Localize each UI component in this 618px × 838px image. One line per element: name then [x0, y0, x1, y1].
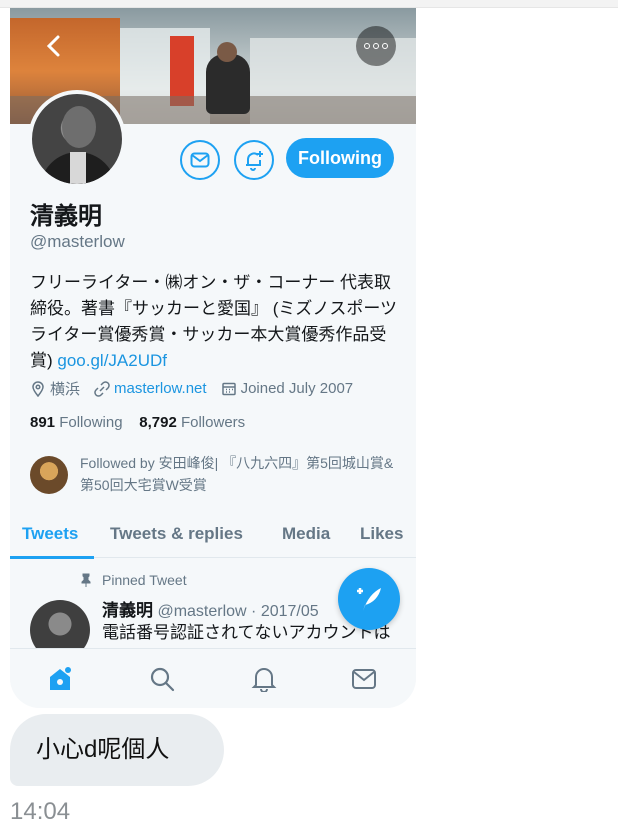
location-pin-icon	[32, 380, 44, 397]
envelope-icon	[190, 152, 210, 168]
compose-feather-icon	[357, 588, 381, 611]
tweet-avatar[interactable]	[30, 600, 90, 650]
followers-stat[interactable]: 8,792 Followers	[139, 414, 245, 431]
messages-icon[interactable]	[348, 663, 380, 695]
followed-by[interactable]: Followed by 安田峰俊| 『八九六四』第5回城山賞&第50回大宅賞W受…	[30, 452, 400, 502]
calendar-icon	[221, 382, 236, 395]
tweet-meta: @masterlow · 2017/05	[157, 603, 319, 620]
chat-message-bubble[interactable]: 小心d呢個人	[10, 714, 224, 786]
tab-tweets-replies[interactable]: Tweets & replies	[110, 524, 243, 544]
search-icon[interactable]	[146, 663, 178, 695]
message-button[interactable]	[180, 140, 220, 180]
compose-tweet-button[interactable]	[338, 568, 400, 630]
follower-avatar	[30, 456, 68, 494]
notify-button[interactable]	[234, 140, 274, 180]
website-link[interactable]: masterlow.net	[114, 380, 207, 397]
profile-name: 清義明	[30, 203, 102, 230]
tab-likes[interactable]: Likes	[360, 524, 403, 544]
notifications-icon[interactable]	[248, 663, 280, 695]
tweet-author: 清義明	[102, 601, 153, 620]
bottom-navigation	[10, 648, 416, 708]
profile-bio: フリーライター・㈱オン・ザ・コーナー 代表取締役。著書『サッカーと愛国』 (ミズ…	[30, 270, 400, 374]
bell-plus-icon	[246, 151, 263, 171]
joined-date: Joined July 2007	[240, 380, 354, 397]
home-icon[interactable]	[44, 663, 76, 695]
profile-avatar[interactable]	[28, 90, 126, 188]
profile-meta: 横浜 masterlow.net Joined July 2007	[30, 378, 367, 399]
pin-icon	[81, 573, 91, 587]
followed-by-text: Followed by 安田峰俊| 『八九六四』第5回城山賞&第50回大宅賞W受…	[80, 455, 394, 493]
tweet-header: 清義明 @masterlow · 2017/05	[102, 596, 319, 621]
follow-counts: 891 Following 8,792 Followers	[30, 414, 245, 431]
active-tab-indicator	[10, 556, 94, 559]
more-options-icon[interactable]	[356, 26, 396, 66]
back-arrow-icon[interactable]	[40, 34, 68, 62]
twitter-profile-screenshot: Following 清義明 @masterlow フリーライター・㈱オン・ザ・コ…	[10, 8, 416, 708]
following-stat[interactable]: 891 Following	[30, 414, 123, 431]
message-timestamp: 14:04	[10, 798, 71, 825]
location: 横浜	[50, 381, 81, 398]
following-button[interactable]: Following	[286, 138, 394, 178]
profile-tabs: Tweets Tweets & replies Media Likes	[10, 514, 416, 558]
bio-link[interactable]: goo.gl/JA2UDf	[57, 351, 167, 370]
top-divider	[0, 0, 618, 8]
link-icon	[94, 380, 110, 397]
pinned-label: Pinned Tweet	[80, 572, 187, 588]
tab-tweets[interactable]: Tweets	[22, 524, 78, 544]
tab-media[interactable]: Media	[282, 524, 330, 544]
profile-handle: @masterlow	[30, 232, 125, 251]
